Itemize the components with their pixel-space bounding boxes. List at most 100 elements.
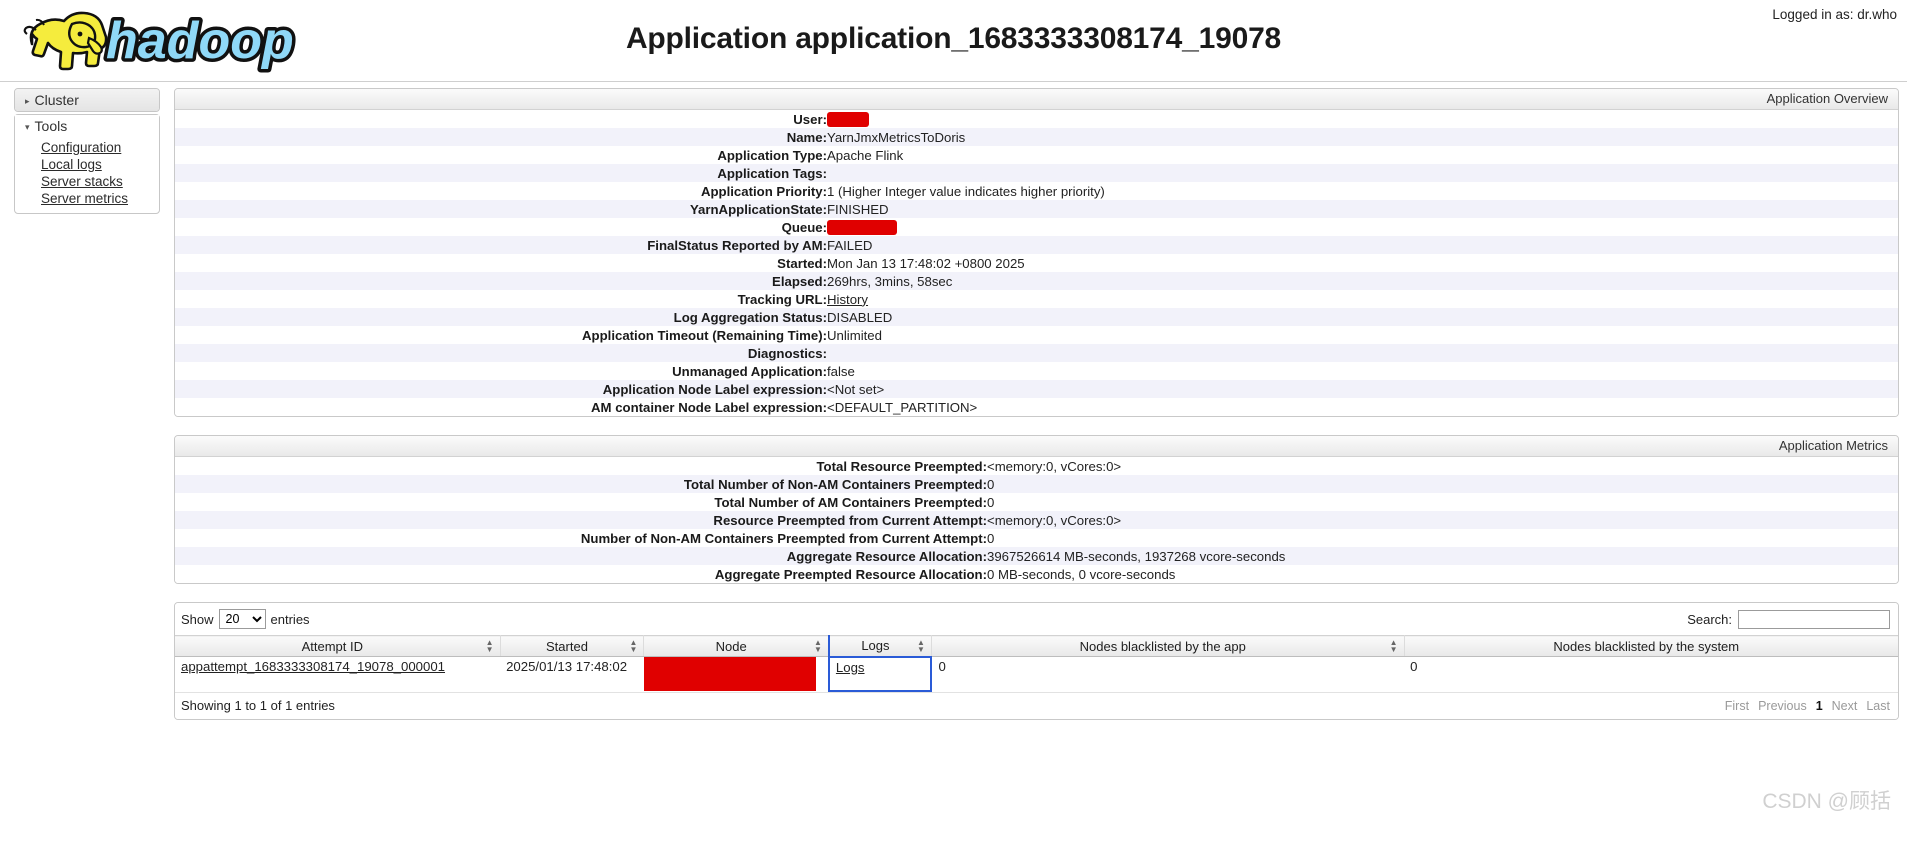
application-overview-title: Application Overview [175, 89, 1898, 110]
table-row: Diagnostics: [175, 344, 1898, 362]
metric-label-aggregate-preempted-allocation: Aggregate Preempted Resource Allocation: [714, 566, 987, 582]
sidebar-tools-links: Configuration Local logs Server stacks S… [15, 137, 159, 213]
table-row: Queue: [175, 218, 1898, 236]
pagination-last[interactable]: Last [1866, 699, 1890, 713]
chevron-right-icon: ▸ [25, 95, 30, 106]
cell-node [643, 656, 829, 691]
column-header-nodes-blacklisted-app[interactable]: Nodes blacklisted by the app ▲ ▼ [931, 635, 1405, 657]
metric-value-aggregate-resource-allocation: 3967526614 MB-seconds, 1937268 vcore-sec… [987, 548, 1286, 564]
row-value-name: YarnJmxMetricsToDoris [827, 129, 966, 145]
pagination-next[interactable]: Next [1832, 699, 1858, 713]
row-value-am-node-label-expression: <DEFAULT_PARTITION> [827, 399, 978, 415]
show-label: Show [181, 611, 214, 627]
chevron-down-icon: ▾ [25, 121, 30, 132]
row-value-application-priority: 1 (Higher Integer value indicates higher… [827, 183, 1105, 199]
table-row: Application Node Label expression: <Not … [175, 380, 1898, 398]
pagination-current-page[interactable]: 1 [1816, 699, 1823, 713]
row-value-tracking-url: History [827, 290, 1898, 308]
sidebar-link-server-metrics[interactable]: Server metrics [41, 190, 159, 207]
logged-in-status: Logged in as: dr.who [1772, 7, 1897, 22]
table-header-row: Attempt ID ▲ ▼ Started ▲ ▼ Node ▲ ▼ Logs… [175, 635, 1898, 657]
datatable-length-control: Show 20 40 60 80 100 entries [181, 609, 310, 629]
table-row: Application Priority: 1 (Higher Integer … [175, 182, 1898, 200]
metric-label-aggregate-resource-allocation: Aggregate Resource Allocation: [786, 548, 987, 564]
sidebar-nav: ▸ Cluster ▾ Tools Configuration Local logs… [14, 88, 160, 216]
page-title: Application application_1683333308174_19… [625, 22, 1282, 55]
sidebar-item-tools[interactable]: ▾ Tools [15, 115, 159, 137]
application-attempts-table: Attempt ID ▲ ▼ Started ▲ ▼ Node ▲ ▼ Logs… [175, 635, 1898, 692]
datatable-search-control: Search: [1687, 609, 1890, 629]
entries-label: entries [270, 611, 310, 627]
search-input[interactable] [1738, 609, 1890, 629]
sidebar-link-configuration[interactable]: Configuration [41, 139, 159, 156]
redaction-block-user [827, 111, 869, 127]
column-header-started-label: Started [546, 638, 588, 654]
row-label-final-status: FinalStatus Reported by AM: [647, 237, 827, 253]
cell-attempt-id: appattempt_1683333308174_19078_000001 [175, 656, 501, 691]
column-header-nodes-blacklisted-system[interactable]: Nodes blacklisted by the system [1404, 635, 1898, 657]
sidebar-item-cluster[interactable]: ▸ Cluster [15, 89, 159, 111]
row-label-yarn-application-state: YarnApplicationState: [689, 201, 827, 217]
row-label-am-node-label-expression: AM container Node Label expression: [591, 399, 827, 415]
row-label-app-node-label-expression: Application Node Label expression: [602, 381, 827, 397]
cell-nodes-blacklisted-app: 0 [931, 656, 1405, 691]
row-value-log-aggregation-status: DISABLED [827, 309, 893, 325]
table-row: FinalStatus Reported by AM: FAILED [175, 236, 1898, 254]
sort-arrows-icon: ▲ ▼ [629, 638, 638, 654]
table-row: AM container Node Label expression: <DEF… [175, 398, 1898, 416]
row-label-queue: Queue: [781, 219, 827, 235]
search-label: Search: [1687, 611, 1732, 627]
column-header-node[interactable]: Node ▲ ▼ [643, 635, 830, 657]
table-row: Name: YarnJmxMetricsToDoris [175, 128, 1898, 146]
metric-label-non-am-containers-current-attempt: Number of Non-AM Containers Preempted fr… [580, 530, 987, 546]
row-value-application-tags [827, 164, 1898, 182]
column-header-attempt-id[interactable]: Attempt ID ▲ ▼ [175, 635, 501, 657]
row-label-started: Started: [777, 255, 827, 271]
tracking-url-link[interactable]: History [827, 292, 868, 307]
application-overview-table: User: Name: YarnJmxMetricsToDoris Applic… [175, 110, 1898, 416]
sidebar-link-server-stacks[interactable]: Server stacks [41, 173, 159, 190]
row-label-unmanaged-application: Unmanaged Application: [672, 363, 827, 379]
column-header-logs[interactable]: Logs ▲ ▼ [827, 635, 932, 657]
column-header-node-label: Node [715, 638, 747, 654]
table-row: Application Type: Apache Flink [175, 146, 1898, 164]
sidebar-group-cluster: ▸ Cluster [14, 88, 160, 112]
logs-link[interactable]: Logs [836, 660, 865, 675]
row-value-app-node-label-expression: <Not set> [827, 381, 885, 397]
table-row: Aggregate Preempted Resource Allocation:… [175, 565, 1898, 583]
column-header-started[interactable]: Started ▲ ▼ [500, 635, 645, 657]
application-metrics-table: Total Resource Preempted: <memory:0, vCo… [175, 457, 1898, 583]
row-label-application-type: Application Type: [717, 147, 827, 163]
metric-value-non-am-containers-preempted: 0 [987, 476, 995, 492]
table-row: User: [175, 110, 1898, 128]
table-row: appattempt_1683333308174_19078_000001 20… [175, 655, 1898, 692]
row-value-elapsed: 269hrs, 3mins, 58sec [827, 273, 953, 289]
cell-logs[interactable]: Logs [827, 655, 933, 692]
metric-value-am-containers-preempted: 0 [987, 494, 995, 510]
page-body: ▸ Cluster ▾ Tools Configuration Local logs… [0, 82, 1907, 720]
row-label-name: Name: [786, 129, 827, 145]
row-value-application-timeout: Unlimited [827, 327, 882, 343]
metric-value-non-am-containers-current-attempt: 0 [987, 530, 995, 546]
sidebar-link-local-logs[interactable]: Local logs [41, 156, 159, 173]
row-label-application-priority: Application Priority: [700, 183, 827, 199]
pagination-first[interactable]: First [1725, 699, 1749, 713]
sidebar-item-cluster-label: Cluster [34, 92, 79, 108]
pagination-previous[interactable]: Previous [1758, 699, 1807, 713]
table-row: Application Timeout (Remaining Time): Un… [175, 326, 1898, 344]
row-value-started: Mon Jan 13 17:48:02 +0800 2025 [827, 255, 1025, 271]
table-row: Aggregate Resource Allocation: 396752661… [175, 547, 1898, 565]
row-value-user [827, 110, 1898, 128]
sort-arrows-icon: ▲ ▼ [485, 638, 494, 654]
row-value-unmanaged-application: false [827, 363, 855, 379]
column-header-logs-label: Logs [861, 638, 890, 654]
table-row: Total Number of Non-AM Containers Preemp… [175, 475, 1898, 493]
row-label-application-tags: Application Tags: [717, 165, 827, 181]
row-label-application-timeout: Application Timeout (Remaining Time): [582, 327, 827, 343]
row-label-user: User: [793, 111, 827, 127]
page-length-select[interactable]: 20 40 60 80 100 [218, 609, 266, 629]
attempt-id-link[interactable]: appattempt_1683333308174_19078_000001 [181, 659, 445, 674]
datatable-footer: Showing 1 to 1 of 1 entries First Previo… [175, 692, 1898, 719]
sort-arrows-icon: ▲ ▼ [917, 637, 925, 654]
metric-label-total-resource-preempted: Total Resource Preempted: [816, 458, 987, 474]
